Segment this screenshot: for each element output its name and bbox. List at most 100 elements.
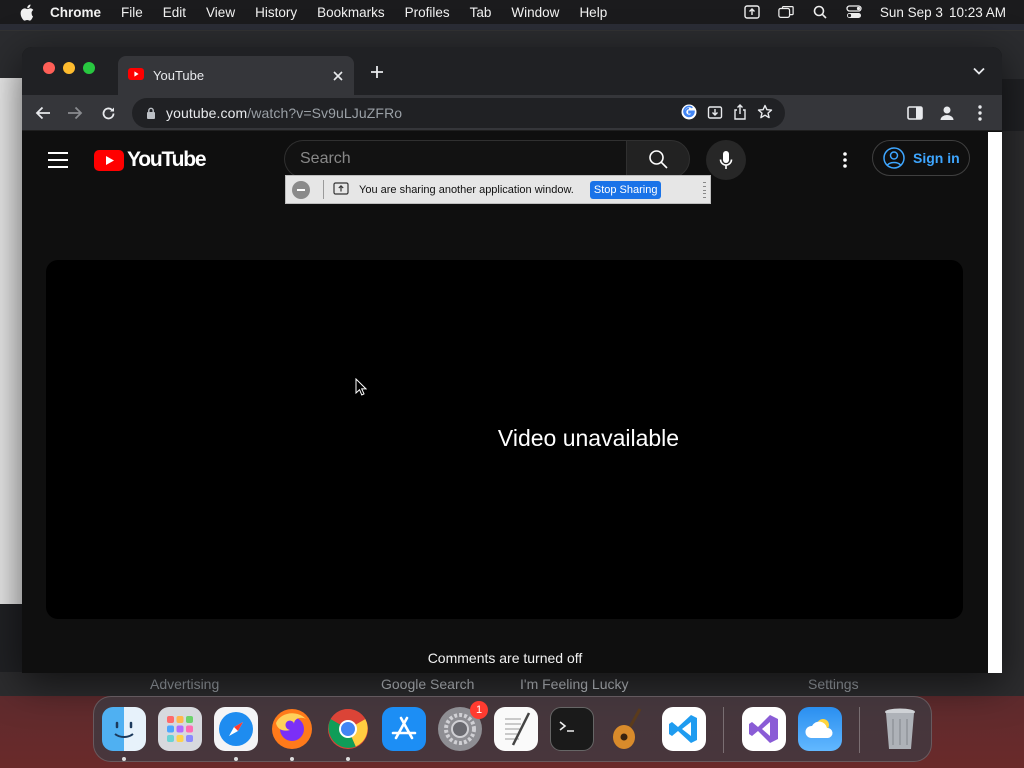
- side-panel-icon[interactable]: [903, 101, 927, 125]
- lock-icon[interactable]: [144, 106, 158, 120]
- youtube-logo[interactable]: YouTube: [94, 148, 207, 172]
- search-box: [284, 140, 626, 178]
- menu-tab[interactable]: Tab: [470, 5, 492, 20]
- dock-weather[interactable]: [798, 707, 842, 751]
- finder-running-indicator: [122, 757, 126, 761]
- new-tab-button[interactable]: [366, 61, 388, 83]
- visual-studio-logo-icon: [749, 715, 778, 743]
- menu-bookmarks[interactable]: Bookmarks: [317, 5, 385, 20]
- dock-terminal[interactable]: [550, 707, 594, 751]
- control-center-icon[interactable]: [846, 4, 862, 20]
- menu-bar: Chrome File Edit View History Bookmarks …: [0, 0, 1024, 24]
- menu-edit[interactable]: Edit: [163, 5, 186, 20]
- tab-close-icon[interactable]: [328, 66, 348, 86]
- safari-compass-icon: [219, 712, 253, 746]
- firefox-running-indicator: [290, 757, 294, 761]
- vscode-logo-icon: [669, 715, 697, 743]
- chrome-running-indicator: [346, 757, 350, 761]
- back-arrow-icon[interactable]: [31, 101, 55, 125]
- address-bar[interactable]: youtube.com/watch?v=Sv9uLJuZFRo: [132, 98, 785, 128]
- menu-help[interactable]: Help: [579, 5, 607, 20]
- tab-strip: YouTube: [22, 47, 1002, 95]
- comments-status: Comments are turned off: [427, 650, 583, 666]
- screen-sharing-bar: You are sharing another application wind…: [285, 175, 711, 204]
- url-host: youtube.com: [166, 105, 248, 121]
- menu-app-name[interactable]: Chrome: [50, 5, 101, 20]
- screen-share-status-icon[interactable]: [744, 4, 760, 20]
- tab-search-chevron-icon[interactable]: [970, 62, 988, 80]
- menu-clock[interactable]: Sun Sep 3 10:23 AM: [880, 5, 1006, 20]
- dock-garageband[interactable]: [606, 707, 650, 751]
- video-player[interactable]: Video unavailable: [46, 260, 963, 619]
- minimize-sharing-bar-button[interactable]: [292, 180, 310, 199]
- dock-system-settings[interactable]: 1: [438, 701, 488, 751]
- bookmark-star-icon[interactable]: [757, 104, 773, 123]
- share-icon[interactable]: [733, 103, 747, 123]
- dock-trash[interactable]: [878, 707, 922, 751]
- feeling-lucky-button[interactable]: I'm Feeling Lucky: [520, 676, 629, 692]
- account-circle-icon: [883, 147, 905, 169]
- url-path: /watch?v=Sv9uLJuZFRo: [247, 105, 403, 121]
- chrome-logo-icon: [328, 709, 368, 749]
- weather-cloud-icon: [805, 719, 833, 738]
- dock-firefox[interactable]: [270, 707, 314, 751]
- dock-textedit[interactable]: [494, 707, 538, 751]
- menu-file[interactable]: File: [121, 5, 143, 20]
- search-input[interactable]: [285, 141, 626, 177]
- menu-view[interactable]: View: [206, 5, 235, 20]
- forward-arrow-icon[interactable]: [63, 101, 87, 125]
- dock-chrome[interactable]: [326, 707, 370, 751]
- reload-icon[interactable]: [96, 101, 120, 125]
- sharing-bar-divider: [323, 180, 324, 199]
- voice-search-button[interactable]: [706, 140, 746, 180]
- mouse-cursor-icon: [355, 378, 367, 396]
- background-scrollbar: [1002, 131, 1024, 691]
- profile-avatar-icon[interactable]: [935, 101, 959, 125]
- zoom-window-button[interactable]: [83, 62, 95, 74]
- dock-visual-studio[interactable]: [742, 707, 786, 751]
- background-page-footer: Advertising Google Search I'm Feeling Lu…: [0, 672, 1024, 696]
- guide-menu-icon[interactable]: [48, 152, 68, 168]
- safari-running-indicator: [234, 757, 238, 761]
- youtube-page: YouTube Sign in You are sharing another …: [22, 132, 988, 673]
- background-settings-link[interactable]: Settings: [808, 676, 859, 692]
- spotlight-search-icon[interactable]: [812, 4, 828, 20]
- google-search-button[interactable]: Google Search: [381, 676, 474, 692]
- settings-notification-badge: 1: [470, 701, 488, 719]
- search-button[interactable]: [626, 140, 690, 178]
- background-advertising-link[interactable]: Advertising: [150, 676, 219, 692]
- url-text[interactable]: youtube.com/watch?v=Sv9uLJuZFRo: [166, 105, 402, 121]
- close-window-button[interactable]: [43, 62, 55, 74]
- minimize-window-button[interactable]: [63, 62, 75, 74]
- sign-in-button[interactable]: Sign in: [872, 140, 970, 176]
- stop-sharing-button[interactable]: Stop Sharing: [589, 180, 662, 199]
- page-scrollbar[interactable]: [988, 132, 1002, 673]
- settings-more-icon[interactable]: [835, 148, 855, 172]
- dock-safari[interactable]: [214, 707, 258, 751]
- dock-launchpad[interactable]: [158, 707, 202, 751]
- menu-profiles[interactable]: Profiles: [405, 5, 450, 20]
- install-app-icon[interactable]: [707, 104, 723, 123]
- trash-bin-icon: [885, 708, 915, 749]
- dock-separator: [859, 707, 860, 753]
- menu-window[interactable]: Window: [511, 5, 559, 20]
- dock-app-store[interactable]: [382, 707, 426, 751]
- tab-youtube[interactable]: YouTube: [118, 56, 354, 95]
- sharing-window-icon: [333, 181, 349, 198]
- sign-in-label: Sign in: [913, 150, 960, 166]
- dock-finder[interactable]: [102, 707, 146, 751]
- drag-handle-icon[interactable]: [703, 182, 706, 198]
- screen-mirroring-icon[interactable]: [778, 4, 794, 20]
- launchpad-grid-icon: [167, 716, 193, 742]
- terminal-prompt-icon: [559, 721, 574, 732]
- search-icon: [649, 150, 668, 169]
- apple-menu-icon[interactable]: [18, 3, 36, 21]
- google-lens-icon[interactable]: [681, 104, 697, 123]
- chrome-menu-icon[interactable]: [968, 101, 992, 125]
- browser-toolbar: youtube.com/watch?v=Sv9uLJuZFRo: [22, 95, 1002, 131]
- menu-date: Sun Sep 3: [879, 4, 943, 20]
- dock-vscode[interactable]: [662, 707, 706, 751]
- menu-history[interactable]: History: [255, 5, 297, 20]
- youtube-wordmark: YouTube: [127, 148, 207, 171]
- finder-face-icon: [114, 721, 134, 738]
